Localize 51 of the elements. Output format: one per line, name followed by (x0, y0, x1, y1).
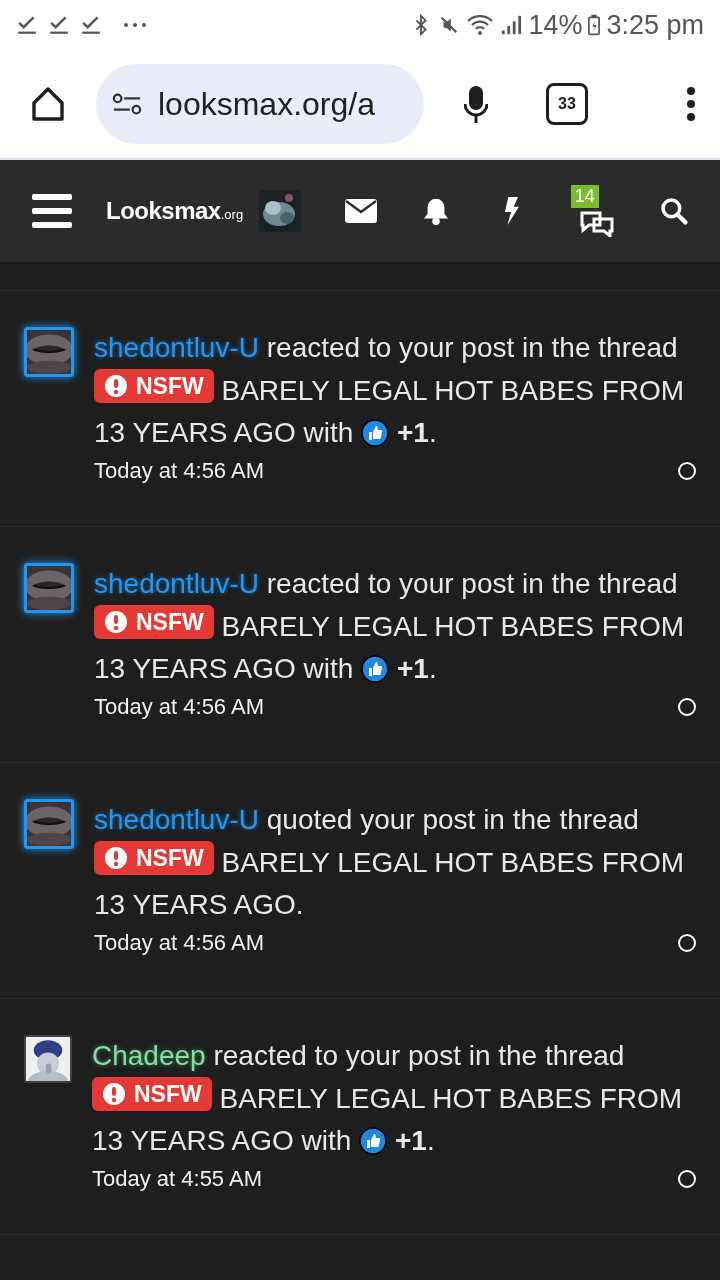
avatar[interactable] (24, 799, 74, 849)
timestamp: Today at 4:56 AM (94, 693, 264, 721)
clock: 3:25 pm (606, 9, 704, 41)
mark-read-button[interactable] (678, 934, 696, 952)
avatar[interactable] (24, 327, 74, 377)
timestamp: Today at 4:56 AM (94, 929, 264, 957)
check-icon (48, 14, 70, 36)
alert-icon (102, 1082, 126, 1106)
notification-text: Chadeep reacted to your post in the thread NSFW BARELY LEGAL HOT BABES FROM 13 YEARS AGO with +1. (92, 1039, 684, 1158)
prefix-label[interactable]: NSFW (94, 841, 214, 875)
site-settings-icon[interactable] (112, 92, 142, 116)
timestamp: Today at 4:56 AM (94, 457, 264, 485)
notification-badge: 14 (570, 185, 599, 208)
check-icon (80, 14, 102, 36)
mark-read-button[interactable] (678, 698, 696, 716)
battery-icon (588, 14, 601, 36)
notification-text: shedontluv-U reacted to your post in the thread NSFW BARELY LEGAL HOT BABES FROM 13 YEARS AGO with +1. (94, 331, 686, 450)
notification-text: shedontluv-U quoted your post in the thread NSFW BARELY LEGAL HOT BABES FROM 13 YEARS AGO. (94, 803, 686, 922)
alert-icon (104, 610, 128, 634)
alert-icon (104, 374, 128, 398)
username-link[interactable]: shedontluv-U (94, 332, 259, 363)
tab-count-button[interactable]: 33 (546, 83, 588, 125)
menu-icon[interactable] (32, 194, 72, 228)
mark-read-button[interactable] (678, 462, 696, 480)
wifi-icon (466, 13, 495, 37)
avatar[interactable] (24, 1035, 72, 1083)
battery-percent: 14% (528, 9, 583, 41)
prefix-label[interactable]: NSFW (94, 605, 214, 639)
username-link[interactable]: Chadeep (92, 1040, 206, 1071)
check-icon (16, 14, 38, 36)
site-logo[interactable]: Looksmax.org (106, 197, 244, 225)
username-link[interactable]: shedontluv-U (94, 568, 259, 599)
prefix-label[interactable]: NSFW (94, 369, 214, 403)
timestamp: Today at 4:55 AM (92, 1165, 262, 1193)
url-text: looksmax.org/a (158, 85, 375, 123)
prefix-label[interactable]: NSFW (92, 1077, 212, 1111)
search-icon[interactable] (658, 197, 690, 225)
thumbs-up-icon (361, 655, 390, 683)
notification-text: shedontluv-U reacted to your post in the thread NSFW BARELY LEGAL HOT BABES FROM 13 YEARS AGO with +1. (94, 567, 686, 686)
avatar[interactable] (24, 563, 74, 613)
thumbs-up-icon (361, 419, 390, 447)
mark-read-button[interactable] (678, 1170, 696, 1188)
thumbs-up-icon (359, 1127, 388, 1155)
address-bar[interactable]: looksmax.org/a (96, 64, 424, 144)
username-link[interactable]: shedontluv-U (94, 804, 259, 835)
microphone-icon[interactable] (464, 84, 488, 124)
more-icon (122, 22, 148, 28)
alert-icon (104, 846, 128, 870)
menu-icon[interactable] (686, 86, 696, 122)
signal-icon (500, 14, 523, 36)
envelope-icon[interactable] (344, 197, 377, 225)
